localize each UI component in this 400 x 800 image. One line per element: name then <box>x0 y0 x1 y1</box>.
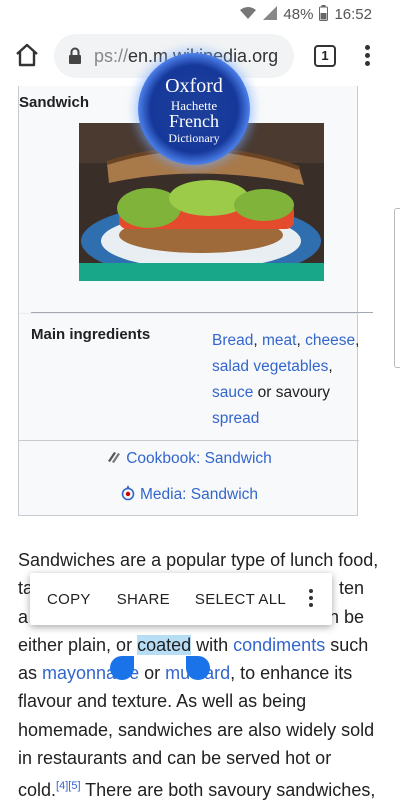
infobox-title: Sandwich <box>19 94 90 111</box>
status-bar: 48% 16:52 <box>0 0 400 28</box>
para-fragment: as <box>18 663 43 684</box>
para-fragment: ten <box>338 578 364 599</box>
wifi-icon <box>239 6 257 23</box>
wikibooks-icon <box>106 449 122 465</box>
media-link-row[interactable]: Media: Sandwich <box>19 485 359 504</box>
ref-5[interactable]: [5] <box>68 780 80 792</box>
browser-menu-icon[interactable] <box>362 42 372 70</box>
selection-handle-start[interactable] <box>110 656 134 680</box>
para-fragment: , to enhance its <box>230 663 353 684</box>
link-bread[interactable]: Bread <box>212 332 253 349</box>
link-salad-vegetables[interactable]: salad vegetables <box>212 358 328 375</box>
para-fragment: such <box>325 634 369 655</box>
para-fragment: or <box>139 663 166 684</box>
tab-switcher-button[interactable]: 1 <box>314 45 336 67</box>
link-spread[interactable]: spread <box>212 410 259 427</box>
ref-4[interactable]: [4] <box>56 780 68 792</box>
signal-icon <box>263 5 278 23</box>
cookbook-link[interactable]: Cookbook: Sandwich <box>126 450 272 467</box>
battery-icon <box>319 4 329 24</box>
edge-scroll-handle[interactable] <box>394 208 400 368</box>
para-fragment: n be <box>328 606 364 627</box>
link-cheese[interactable]: cheese <box>305 332 355 349</box>
para-line: Sandwiches are a popular type of lunch f… <box>18 550 379 570</box>
para-fragment: cold. <box>18 780 57 800</box>
share-button[interactable]: SHARE <box>117 591 170 608</box>
cookbook-link-row[interactable]: Cookbook: Sandwich <box>19 449 359 468</box>
ingredients-value: Bread, meat, cheese, salad vegetables, s… <box>212 332 360 427</box>
media-link[interactable]: Media: Sandwich <box>140 486 258 503</box>
copy-button[interactable]: COPY <box>47 591 91 608</box>
url-scheme: ps:// <box>94 45 129 66</box>
para-fragment: a <box>18 606 29 627</box>
bubble-line-4: Dictionary <box>168 131 220 145</box>
article-content: Sandwich Main ingredients Bread, meat, c… <box>0 86 400 800</box>
selection-handle-end[interactable] <box>186 656 210 680</box>
lock-icon <box>68 47 82 65</box>
bubble-line-3: French <box>169 111 219 131</box>
bubble-line-1: Oxford <box>165 75 223 97</box>
para-line: in restaurants and can be served hot or <box>18 748 332 769</box>
more-options-icon[interactable] <box>308 587 314 611</box>
para-line: homemade, sandwiches are also widely sol… <box>18 719 375 740</box>
para-line: flavour and texture. As well as being <box>18 691 307 712</box>
link-sauce[interactable]: sauce <box>212 384 253 401</box>
infobox-row-ingredients: Main ingredients Bread, meat, cheese, sa… <box>19 313 359 440</box>
para-fragment: There are both savoury sandwiches, <box>80 780 376 800</box>
text-selection-menu: COPY SHARE SELECT ALL <box>30 573 332 625</box>
battery-percent: 48% <box>283 5 314 23</box>
ingredients-label: Main ingredients <box>31 326 151 343</box>
oxford-dictionary-bubble[interactable]: Oxford Hachette French Dictionary <box>138 53 250 165</box>
home-icon[interactable] <box>14 42 40 68</box>
para-line: either plain, or coated with condiments … <box>18 631 390 659</box>
para-line: cold.[4][5] There are both savoury sandw… <box>18 772 390 800</box>
or-savoury-text: or savoury <box>253 384 331 401</box>
para-fragment: with <box>191 634 234 655</box>
para-fragment: either plain, or <box>18 634 138 655</box>
clock: 16:52 <box>334 5 372 23</box>
link-condiments[interactable]: condiments <box>233 635 325 655</box>
selected-text[interactable]: coated <box>137 634 192 655</box>
select-all-button[interactable]: SELECT ALL <box>195 591 286 608</box>
infobox-footer: Cookbook: Sandwich Media: Sandwich <box>19 440 359 516</box>
link-meat[interactable]: meat <box>262 332 296 349</box>
commons-icon <box>120 485 136 501</box>
